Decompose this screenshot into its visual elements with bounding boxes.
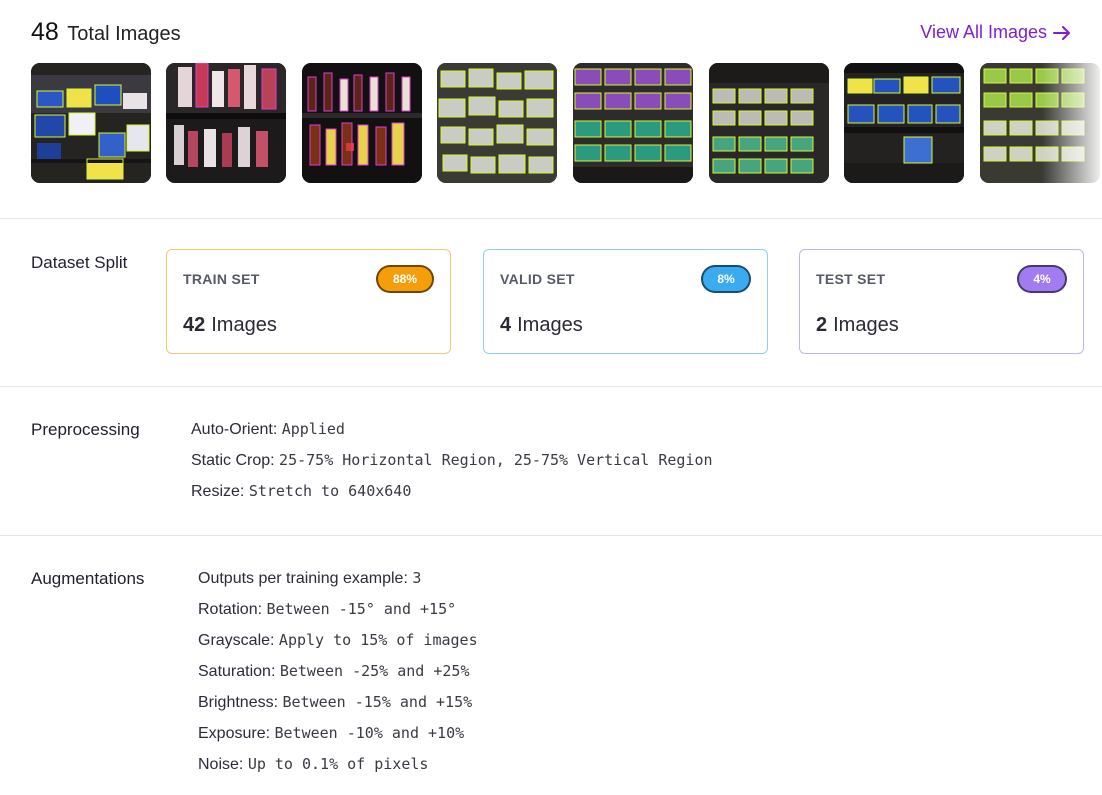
view-all-images-label: View All Images bbox=[920, 22, 1047, 42]
thumbnail-3[interactable] bbox=[302, 63, 422, 183]
train-set-count: 42 Images bbox=[183, 314, 277, 337]
preprocessing-key: Resize: bbox=[191, 483, 245, 500]
augmentation-key: Saturation: bbox=[198, 663, 276, 680]
train-set-count-unit: Images bbox=[211, 314, 277, 336]
augmentation-value: Between -25% and +25% bbox=[279, 662, 470, 680]
augmentation-noise: Noise: Up to 0.1% of pixels bbox=[198, 749, 478, 780]
section-divider bbox=[0, 535, 1102, 536]
valid-set-label: VALID SET bbox=[500, 271, 575, 287]
thumbnail-4[interactable] bbox=[437, 63, 557, 183]
preprocessing-auto-orient: Auto-Orient: Applied bbox=[191, 414, 713, 445]
dataset-split-title: Dataset Split bbox=[31, 253, 128, 272]
augmentations-list: Outputs per training example: 3 Rotation… bbox=[198, 563, 478, 780]
thumbnail-5[interactable] bbox=[573, 63, 693, 183]
augmentation-key: Grayscale: bbox=[198, 632, 275, 649]
images-header: 48 Total Images View All Images bbox=[31, 18, 1071, 54]
total-images-label: Total Images bbox=[67, 23, 181, 45]
augmentation-grayscale: Grayscale: Apply to 15% of images bbox=[198, 625, 478, 656]
test-set-count-unit: Images bbox=[833, 314, 899, 336]
augmentation-key: Noise: bbox=[198, 756, 244, 773]
thumbnail-2[interactable] bbox=[166, 63, 286, 183]
valid-set-count-unit: Images bbox=[517, 314, 583, 336]
valid-set-count-value: 4 bbox=[500, 314, 512, 336]
augmentation-rotation: Rotation: Between -15° and +15° bbox=[198, 594, 478, 625]
augmentation-exposure: Exposure: Between -10% and +10% bbox=[198, 718, 478, 749]
test-set-percent-badge: 4% bbox=[1017, 265, 1067, 293]
test-set-count-value: 2 bbox=[816, 314, 828, 336]
preprocessing-list: Auto-Orient: Applied Static Crop: 25-75%… bbox=[191, 414, 713, 507]
test-set-count: 2 Images bbox=[816, 314, 899, 337]
preprocessing-value: 25-75% Horizontal Region, 25-75% Vertica… bbox=[279, 451, 713, 469]
test-set-card[interactable]: TEST SET 4% 2 Images bbox=[799, 249, 1084, 354]
thumbnail-6[interactable] bbox=[709, 63, 829, 183]
augmentation-key: Rotation: bbox=[198, 601, 263, 618]
augmentation-key: Exposure: bbox=[198, 725, 271, 742]
augmentation-value: Between -15° and +15° bbox=[266, 600, 457, 618]
section-divider bbox=[0, 218, 1102, 219]
thumbnail-strip bbox=[31, 63, 1102, 183]
total-images-count: 48 bbox=[31, 18, 59, 46]
augmentation-key: Outputs per training example: bbox=[198, 570, 408, 587]
preprocessing-key: Auto-Orient: bbox=[191, 421, 278, 438]
augmentation-value: 3 bbox=[412, 569, 422, 587]
section-divider bbox=[0, 386, 1102, 387]
thumbnail-8[interactable] bbox=[980, 63, 1100, 183]
augmentation-value: Between -15% and +15% bbox=[282, 693, 473, 711]
augmentation-key: Brightness: bbox=[198, 694, 279, 711]
thumbnail-1[interactable] bbox=[31, 63, 151, 183]
preprocessing-value: Stretch to 640x640 bbox=[248, 482, 412, 500]
preprocessing-resize: Resize: Stretch to 640x640 bbox=[191, 476, 713, 507]
train-set-label: TRAIN SET bbox=[183, 271, 260, 287]
augmentation-value: Up to 0.1% of pixels bbox=[247, 755, 429, 773]
augmentation-brightness: Brightness: Between -15% and +15% bbox=[198, 687, 478, 718]
augmentation-outputs: Outputs per training example: 3 bbox=[198, 563, 478, 594]
thumbnail-7[interactable] bbox=[844, 63, 964, 183]
test-set-label: TEST SET bbox=[816, 271, 886, 287]
valid-set-count: 4 Images bbox=[500, 314, 583, 337]
augmentation-value: Between -10% and +10% bbox=[274, 724, 465, 742]
valid-set-percent-badge: 8% bbox=[701, 265, 751, 293]
augmentation-value: Apply to 15% of images bbox=[278, 631, 478, 649]
augmentation-saturation: Saturation: Between -25% and +25% bbox=[198, 656, 478, 687]
preprocessing-value: Applied bbox=[281, 420, 345, 438]
train-set-percent-badge: 88% bbox=[376, 265, 434, 293]
preprocessing-title: Preprocessing bbox=[31, 420, 140, 439]
valid-set-card[interactable]: VALID SET 8% 4 Images bbox=[483, 249, 768, 354]
preprocessing-key: Static Crop: bbox=[191, 452, 275, 469]
arrow-right-icon bbox=[1053, 25, 1071, 40]
preprocessing-static-crop: Static Crop: 25-75% Horizontal Region, 2… bbox=[191, 445, 713, 476]
view-all-images-link[interactable]: View All Images bbox=[920, 22, 1071, 43]
train-set-card[interactable]: TRAIN SET 88% 42 Images bbox=[166, 249, 451, 354]
augmentations-title: Augmentations bbox=[31, 569, 145, 588]
train-set-count-value: 42 bbox=[183, 314, 206, 336]
